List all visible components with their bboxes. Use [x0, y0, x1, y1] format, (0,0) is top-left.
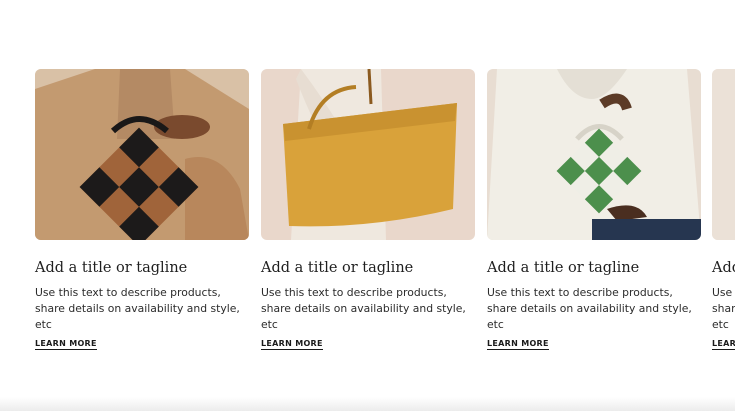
- product-card: Add a title or tagline Use this text to …: [35, 69, 249, 351]
- card-title: Add a title or tagline: [261, 260, 414, 276]
- product-image[interactable]: [261, 69, 475, 240]
- bottom-shadow: [0, 397, 735, 411]
- product-image[interactable]: [712, 69, 735, 240]
- card-description: Use this text to describe products, shar…: [35, 286, 240, 331]
- product-card-carousel: Add a title or tagline Use this text to …: [0, 0, 735, 411]
- card-title: Add a title or tagline: [712, 260, 735, 276]
- learn-more-link[interactable]: LEARN MORE: [487, 339, 549, 350]
- product-image[interactable]: [487, 69, 701, 240]
- card-description: Use this text to describe products, shar…: [712, 286, 735, 331]
- product-card: Add a title or tagline Use this text to …: [261, 69, 475, 351]
- card-title: Add a title or tagline: [487, 260, 640, 276]
- product-image[interactable]: [35, 69, 249, 240]
- learn-more-link[interactable]: LEARN MORE: [35, 339, 97, 350]
- learn-more-link[interactable]: LEARN MORE: [712, 339, 735, 350]
- product-card: Add a title or tagline Use this text to …: [712, 69, 735, 351]
- card-description: Use this text to describe products, shar…: [261, 286, 466, 331]
- card-title: Add a title or tagline: [35, 260, 188, 276]
- card-description: Use this text to describe products, shar…: [487, 286, 692, 331]
- product-card: Add a title or tagline Use this text to …: [487, 69, 701, 351]
- learn-more-link[interactable]: LEARN MORE: [261, 339, 323, 350]
